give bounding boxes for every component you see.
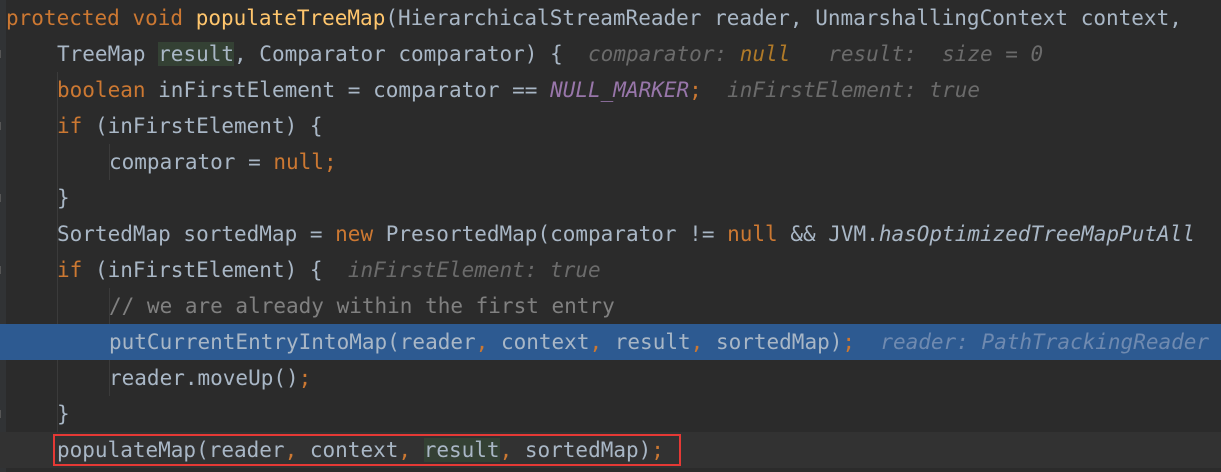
line-code: if (inFirstElement) { inFirstElement: tr…: [57, 252, 601, 288]
code-token: void: [132, 6, 184, 30]
code-token: comparator =: [109, 150, 274, 174]
code-comment: // we are already within the first entry: [109, 294, 615, 318]
line-code: TreeMap result, Comparator comparator) {…: [57, 36, 1043, 72]
annotation-highlight-box: [53, 434, 681, 466]
line-code: boolean inFirstElement = comparator == N…: [57, 72, 980, 108]
code-token: SortedMap sortedMap =: [57, 222, 336, 246]
code-token: if: [57, 114, 83, 138]
code-line-7[interactable]: SortedMap sortedMap = new PresortedMap(c…: [0, 216, 1221, 252]
code-token: }: [57, 402, 70, 426]
highlighted-usage: result: [158, 42, 235, 66]
code-editor[interactable]: protected void populateTreeMap(Hierarchi…: [0, 0, 1221, 472]
line-code: reader.moveUp();: [109, 360, 311, 396]
line-code: }: [57, 180, 70, 216]
code-token: result: [602, 330, 691, 354]
code-token: populateTreeMap: [195, 6, 386, 30]
code-token: context: [488, 330, 590, 354]
inline-debug-hint: comparator:: [588, 42, 740, 66]
line-code: SortedMap sortedMap = new PresortedMap(c…: [57, 216, 1195, 252]
code-token: PresortedMap(comparator !=: [373, 222, 728, 246]
code-token: (HierarchicalStreamReader reader, Unmars…: [385, 6, 1182, 30]
code-token: null: [273, 150, 324, 174]
inline-debug-hint: result: size = 0: [790, 42, 1044, 66]
code-line-4[interactable]: if (inFirstElement) {: [0, 108, 1221, 144]
code-token: ,: [475, 330, 489, 354]
fold-marker[interactable]: [0, 50, 7, 58]
code-token: if: [57, 258, 83, 282]
fold-marker[interactable]: [0, 410, 7, 418]
code-token: reader.moveUp(): [109, 366, 299, 390]
code-token: (inFirstElement) {: [82, 258, 348, 282]
code-token: protected: [6, 6, 120, 30]
code-token: && JVM.: [777, 222, 879, 246]
code-token: putCurrentEntryIntoMap(reader: [109, 330, 476, 354]
code-token: ;: [298, 366, 312, 390]
inline-debug-hint: reader: PathTrackingReader: [880, 330, 1210, 354]
line-code: }: [57, 396, 70, 432]
code-token: new: [335, 222, 374, 246]
inline-debug-hint: inFirstElement: true: [727, 78, 980, 102]
code-token: null: [727, 222, 778, 246]
code-line-5[interactable]: comparator = null;: [0, 144, 1221, 180]
code-token: hasOptimizedTreeMapPutAll: [878, 222, 1195, 246]
code-line-10-execution-point[interactable]: putCurrentEntryIntoMap(reader, context, …: [0, 324, 1221, 360]
code-line-3[interactable]: boolean inFirstElement = comparator == N…: [0, 72, 1221, 108]
inline-debug-hint: null: [739, 42, 791, 66]
code-token: ;: [689, 78, 702, 102]
code-token: , Comparator comparator) {: [234, 42, 589, 66]
code-line-6[interactable]: }: [0, 180, 1221, 216]
code-line-11[interactable]: reader.moveUp();: [0, 360, 1221, 396]
code-token: NULL_MARKER: [550, 78, 690, 102]
line-code: putCurrentEntryIntoMap(reader, context, …: [109, 324, 1209, 360]
line-code: comparator = null;: [109, 144, 337, 180]
line-code: protected void populateTreeMap(Hierarchi…: [6, 0, 1182, 36]
code-line-2[interactable]: TreeMap result, Comparator comparator) {…: [0, 36, 1221, 72]
code-line-9[interactable]: // we are already within the first entry: [0, 288, 1221, 324]
code-token: (inFirstElement) {: [82, 114, 323, 138]
code-token: TreeMap: [57, 42, 159, 66]
code-token: ,: [589, 330, 603, 354]
fold-marker[interactable]: [0, 266, 7, 274]
fold-marker[interactable]: [0, 122, 7, 130]
code-token: sortedMap): [703, 330, 843, 354]
code-token: inFirstElement = comparator ==: [145, 78, 551, 102]
line-code: if (inFirstElement) {: [57, 108, 323, 144]
inline-debug-hint: inFirstElement: true: [347, 258, 601, 282]
code-token: }: [57, 186, 70, 210]
line-code: // we are already within the first entry: [109, 288, 615, 324]
fold-marker[interactable]: [0, 194, 7, 202]
code-token: ,: [690, 330, 704, 354]
code-line-1[interactable]: protected void populateTreeMap(Hierarchi…: [0, 0, 1221, 36]
code-token: ;: [842, 330, 856, 354]
code-line-8[interactable]: if (inFirstElement) { inFirstElement: tr…: [0, 252, 1221, 288]
code-token: ;: [323, 150, 337, 174]
code-token: boolean: [57, 78, 146, 102]
code-line-12[interactable]: }: [0, 396, 1221, 432]
